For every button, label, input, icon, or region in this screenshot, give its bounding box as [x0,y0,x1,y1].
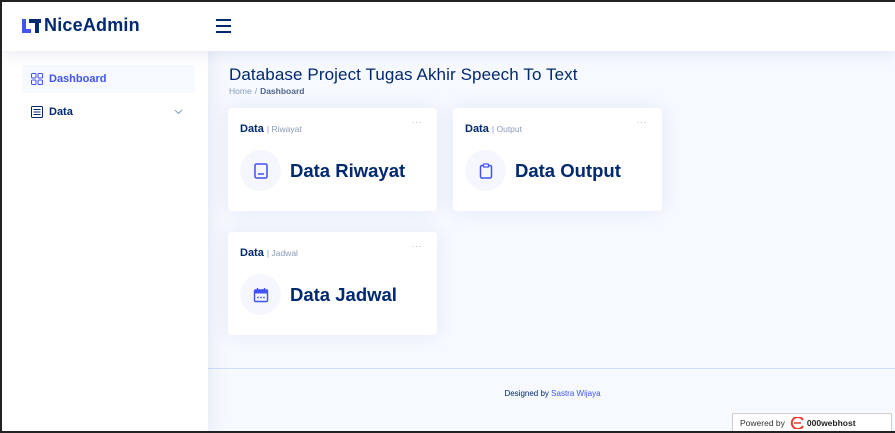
breadcrumb-current: Dashboard [260,86,305,96]
menu-toggle-icon[interactable] [216,19,231,33]
top-header: NiceAdmin [2,2,895,51]
footer-credits: Designed by Sastra Wijaya [208,389,895,398]
card-title: Data | Jadwal [240,247,298,259]
card-title: Data | Riwayat [240,123,302,135]
card-label: Data Jadwal [290,284,397,305]
sidebar-item-label: Dashboard [49,73,107,85]
footer-divider [208,368,895,369]
webhost-logo-icon [790,417,804,429]
card-subtitle: | Riwayat [266,124,302,134]
more-options-icon[interactable]: ··· [412,117,423,127]
card-subtitle: | Jadwal [266,248,298,258]
card-icon-circle [240,274,281,315]
breadcrumb-home[interactable]: Home [229,86,252,96]
sidebar: Dashboard Data [2,51,208,431]
logo-icon [22,18,41,33]
footer-prefix: Designed by [504,389,549,398]
more-options-icon[interactable]: ··· [637,117,648,127]
card-label: Data Riwayat [290,160,406,181]
logo[interactable]: NiceAdmin [22,15,140,36]
card-icon-circle [465,150,506,191]
sidebar-item-dashboard[interactable]: Dashboard [22,65,195,93]
page-title: Database Project Tugas Akhir Speech To T… [229,65,578,84]
journal-icon [253,162,268,179]
powered-by-label: Powered by [740,418,785,428]
footer-author-link[interactable]: Sastra Wijaya [551,389,600,398]
logo-text: NiceAdmin [44,15,140,35]
clipboard-icon [479,162,492,179]
card-label: Data Output [515,160,621,181]
powered-by-brand: 000webhost [806,418,856,428]
card-subtitle: | Output [491,124,522,134]
card-title: Data | Output [465,123,522,135]
app-window: NiceAdmin Dashboard Data Database Projec… [0,0,895,433]
more-options-icon[interactable]: ··· [412,241,423,251]
card-data-jadwal[interactable]: Data | Jadwal ··· Data Jadwal [228,232,437,335]
chevron-down-icon[interactable] [174,107,183,116]
card-data-riwayat[interactable]: Data | Riwayat ··· Data Riwayat [228,108,437,211]
sidebar-item-label: Data [49,106,73,118]
layout-text-icon [31,106,43,118]
powered-by-badge[interactable]: Powered by 000webhost [732,413,892,431]
breadcrumb: Home / Dashboard [229,86,305,96]
grid-icon [31,73,43,85]
calendar-icon [253,287,268,302]
sidebar-item-data[interactable]: Data [22,98,195,126]
card-data-output[interactable]: Data | Output ··· Data Output [453,108,662,211]
card-icon-circle [240,150,281,191]
